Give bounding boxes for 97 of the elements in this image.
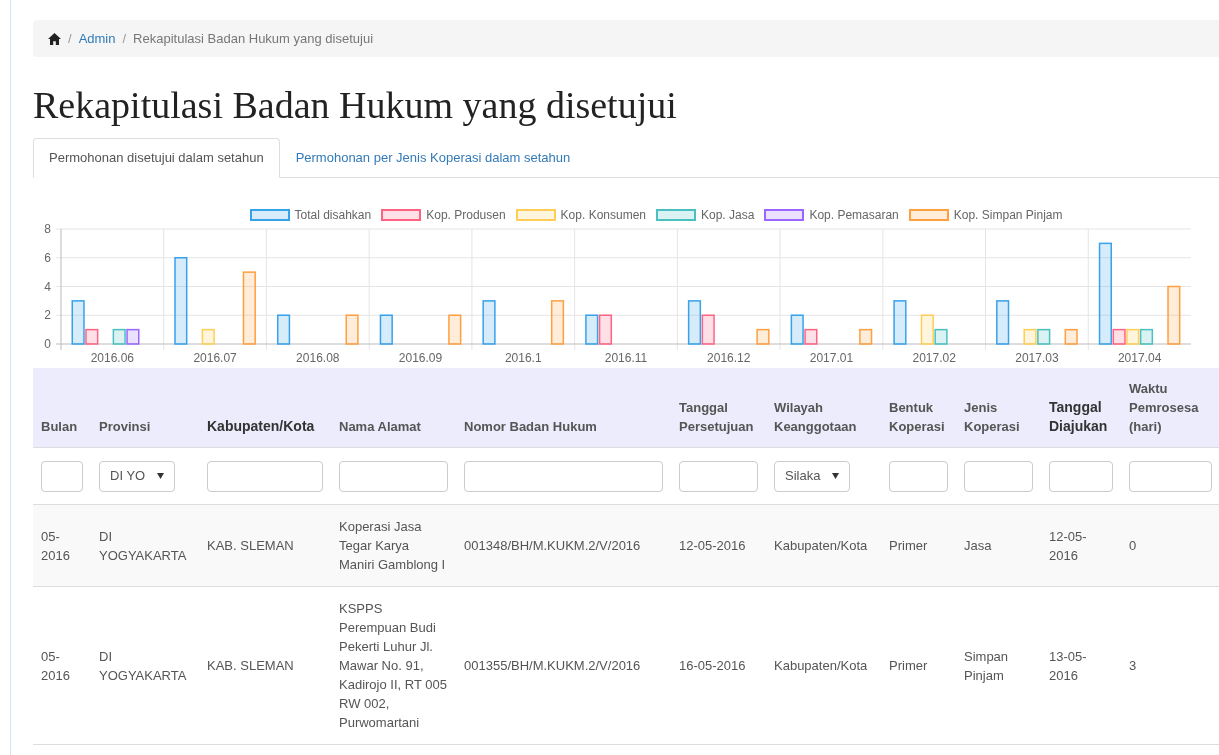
x-tick-label: 2017.04: [1117, 351, 1162, 365]
filter-input[interactable]: [889, 460, 948, 492]
x-tick-label: 2016.09: [398, 351, 443, 365]
breadcrumb-link[interactable]: Admin: [78, 28, 116, 49]
x-tick-label: 2016.08: [296, 351, 340, 365]
bar: [201, 328, 215, 345]
legend-label: Kop. Simpan Pinjam: [953, 207, 1063, 224]
bar: [859, 328, 873, 345]
tab[interactable]: Permohonan per Jenis Koperasi dalam setahun: [279, 138, 587, 178]
filter-input[interactable]: [464, 460, 663, 492]
home-icon[interactable]: [48, 32, 61, 45]
column-header[interactable]: Bulan: [33, 417, 91, 447]
y-tick-label: 6: [44, 250, 51, 265]
filter-input[interactable]: [41, 460, 83, 492]
table-cell: Koperasi Jasa Tegar Karya Maniri Gamblong I: [339, 519, 446, 572]
legend-label: Total disahkan: [294, 207, 372, 224]
bar: [448, 314, 462, 345]
column-header[interactable]: Waktu Pemrosesa (hari): [1121, 379, 1219, 447]
table-cell: 0: [1129, 538, 1137, 553]
x-tick-label: 2016.12: [707, 351, 751, 365]
bar: [598, 314, 613, 345]
table-cell: KAB. SLEMAN: [207, 538, 294, 553]
column-header[interactable]: Provinsi: [91, 417, 199, 447]
table-cell: 13-05-2016: [1049, 648, 1087, 683]
x-tick-label: 2016.07: [193, 351, 237, 365]
bar: [1037, 328, 1051, 345]
bar: [1023, 328, 1037, 345]
legend-label: Kop. Produsen: [426, 207, 506, 224]
bar: [756, 328, 770, 345]
table-cell: Kabupaten/Kota: [774, 538, 868, 553]
y-tick-label: 4: [44, 279, 51, 294]
column-header[interactable]: Tanggal Diajukan: [1041, 398, 1121, 447]
x-tick-label: 2017.01: [809, 351, 854, 365]
bar: [277, 314, 291, 345]
filter-input[interactable]: [1129, 460, 1212, 492]
x-tick-label: 2016.1: [504, 351, 542, 365]
table-cell: Jasa: [964, 538, 992, 553]
legend-label: Kop. Pemasaran: [809, 207, 899, 224]
column-header[interactable]: Tanggal Persetujuan: [671, 398, 766, 447]
column-header[interactable]: Kabupaten/Kota: [199, 417, 331, 447]
table-cell: DI YOGYAKARTA: [99, 648, 187, 683]
table-cell: Primer: [889, 538, 928, 553]
breadcrumb-separator: /: [121, 29, 128, 48]
page-title: Rekapitulasi Badan Hukum yang disetujui: [33, 83, 677, 128]
table-cell: Simpan Pinjam: [964, 648, 1009, 683]
filter-input[interactable]: [964, 460, 1033, 492]
y-tick-label: 2: [44, 308, 51, 323]
x-tick-label: 2017.02: [912, 351, 956, 365]
x-tick-label: 2016.11: [604, 351, 648, 365]
table-cell: 12-05-2016: [679, 538, 746, 553]
table-cell: 12-05-2016: [1049, 528, 1087, 563]
bar: [1126, 328, 1140, 345]
column-header[interactable]: Nomor Badan Hukum: [456, 417, 671, 447]
bar: [482, 300, 496, 345]
filter-input[interactable]: [1049, 460, 1113, 492]
column-header[interactable]: Nama Alamat: [331, 417, 456, 447]
bar: [379, 314, 393, 345]
bar: [1167, 285, 1181, 345]
bar: [345, 314, 359, 345]
y-tick-label: 0: [44, 337, 51, 351]
filter-input[interactable]: [207, 460, 323, 492]
breadcrumb-separator: /: [67, 29, 73, 48]
caret-icon: [832, 473, 839, 479]
bar: [1064, 328, 1078, 345]
column-header[interactable]: Jenis Koperasi: [956, 398, 1041, 447]
bar: [550, 300, 565, 345]
bar: [893, 300, 907, 345]
table-cell: 05-2016: [41, 648, 70, 683]
table-cell: 05-2016: [41, 528, 70, 563]
legend-label: Kop. Jasa: [701, 207, 755, 224]
bar: [126, 328, 140, 345]
bar: [1139, 328, 1154, 345]
filter-dropdown[interactable]: Silaka: [774, 460, 850, 492]
bar: [112, 328, 126, 345]
column-header[interactable]: Wilayah Keanggotaan: [766, 398, 881, 447]
bar: [996, 300, 1010, 345]
table-cell: KAB. SLEMAN: [207, 658, 294, 673]
table-cell: Kabupaten/Kota: [774, 658, 868, 673]
column-header[interactable]: Bentuk Koperasi: [881, 398, 956, 447]
x-tick-label: 2016.06: [90, 351, 135, 365]
caret-icon: [157, 473, 164, 479]
table-cell: DI YOGYAKARTA: [99, 528, 187, 563]
bar: [585, 314, 599, 345]
x-tick-label: 2017.03: [1015, 351, 1059, 365]
table-cell: 3: [1129, 658, 1137, 673]
breadcrumb-current: Rekapitulasi Badan Hukum yang disetujui: [133, 29, 374, 48]
filter-input[interactable]: [679, 460, 758, 492]
legend-label: Kop. Konsumen: [560, 207, 646, 224]
filter-input[interactable]: [339, 460, 448, 492]
table-cell: 16-05-2016: [679, 658, 746, 673]
filter-dropdown[interactable]: DI YO: [99, 460, 175, 492]
tab[interactable]: Permohonan disetujui dalam setahun: [33, 138, 280, 178]
table-cell: 001348/BH/M.KUKM.2/V/2016: [464, 538, 641, 553]
table-cell: Primer: [889, 658, 928, 673]
y-tick-label: 8: [44, 224, 51, 236]
table-cell: KSPPS Perempuan Budi Pekerti Luhur Jl. Mawar No. 91, Kadirojo II, RT 005 RW 002, Purwomartani: [339, 601, 447, 730]
table-cell: 001355/BH/M.KUKM.2/V/2016: [464, 658, 641, 673]
